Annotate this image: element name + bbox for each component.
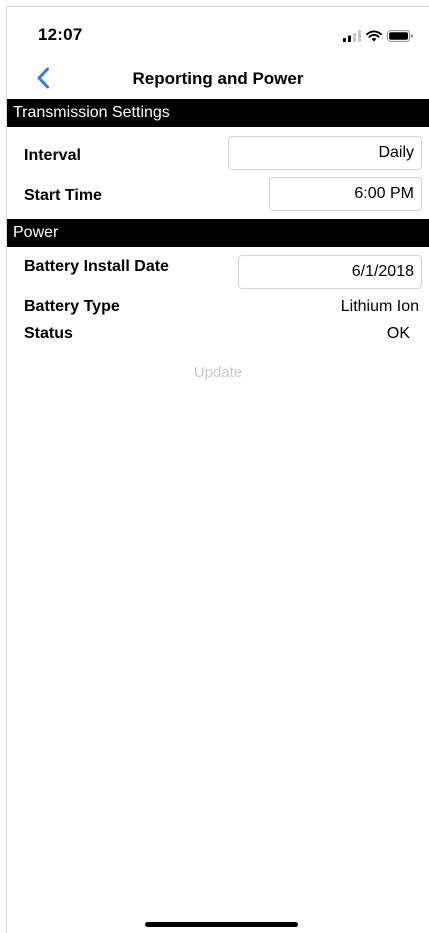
signal-icon [343, 29, 361, 47]
battery-type-value: Lithium Ion [340, 298, 419, 315]
section-header-transmission: Transmission Settings [7, 99, 429, 127]
wifi-icon [366, 29, 382, 47]
status-time: 12:07 [38, 25, 83, 44]
status-bar: 12:07 [7, 7, 429, 61]
app-screen: 12:07 Reporting and Power Transmission S… [6, 6, 429, 933]
page-title: Reporting and Power [132, 69, 304, 88]
section-header-power: Power [7, 219, 429, 247]
status-label: Status [24, 325, 73, 342]
status-icons [343, 29, 413, 47]
home-indicator[interactable] [145, 922, 298, 927]
interval-label: Interval [24, 147, 81, 164]
interval-field[interactable]: Daily [228, 136, 422, 170]
start-time-label: Start Time [24, 187, 102, 204]
battery-type-label: Battery Type [24, 298, 120, 315]
navigation-bar: Reporting and Power [7, 61, 429, 99]
start-time-field[interactable]: 6:00 PM [269, 177, 422, 211]
battery-install-date-field[interactable]: 6/1/2018 [238, 255, 422, 289]
battery-install-date-label: Battery Install Date [24, 258, 169, 275]
status-value: OK [386, 325, 410, 342]
update-button[interactable]: Update [7, 363, 429, 382]
battery-icon [387, 29, 413, 47]
